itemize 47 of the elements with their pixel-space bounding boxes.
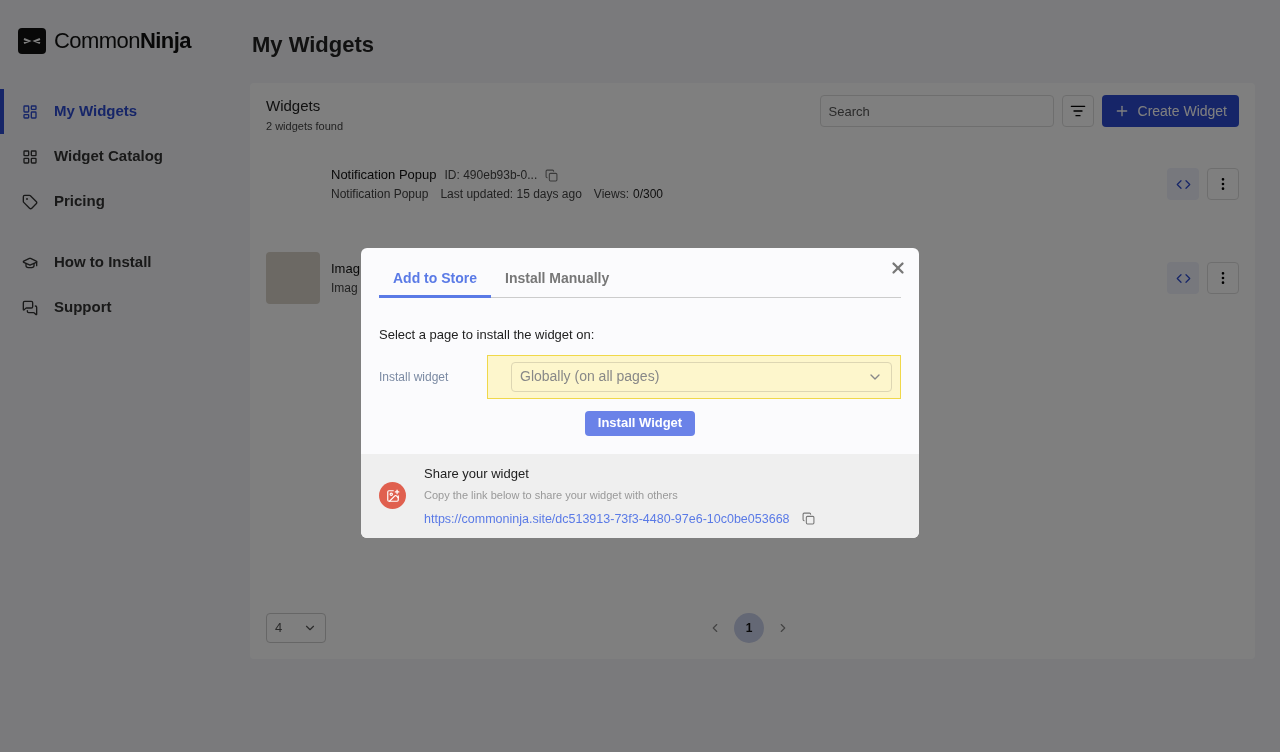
copy-icon[interactable] (545, 168, 559, 182)
embed-button[interactable] (1167, 262, 1199, 294)
sidebar-item[interactable]: Widget Catalog (0, 134, 250, 179)
filter-button[interactable] (1061, 95, 1094, 127)
sidebar-item[interactable]: Pricing (0, 179, 250, 224)
copy-icon[interactable] (801, 512, 815, 526)
sidebar-item[interactable]: How to Install (0, 240, 250, 285)
widgets-count: 2 widgets found (266, 118, 344, 134)
ninja-logo-icon (18, 27, 46, 54)
views-label: Views: (593, 185, 629, 203)
embed-button[interactable] (1167, 168, 1199, 200)
page-button[interactable]: 1 (734, 613, 764, 643)
last-updated: Last updated: 15 days ago (440, 185, 582, 203)
field-label: Install widget (379, 368, 450, 386)
install-widget-button[interactable]: Install Widget (584, 410, 696, 436)
photo-placeholder (266, 252, 320, 304)
brand-logo: CommonNinja (54, 27, 191, 55)
share-link[interactable]: https://commoninja.site/dc513913-73f3-4480-97e6-10c0be053668 (424, 509, 790, 529)
sidebar-item[interactable]: Support (0, 285, 250, 330)
nav-icon (22, 148, 38, 165)
page-title: My Widgets (252, 31, 376, 59)
widget-type: Notification Popup (331, 185, 429, 203)
install-select[interactable]: Globally (on all pages) (487, 354, 901, 399)
widget-id: ID: 490eb93b-0... (444, 167, 538, 184)
share-hint: Copy the link below to share your widget with others (424, 488, 679, 503)
dialog-tab[interactable]: Add to Store (379, 268, 491, 298)
select-value: Globally (on all pages) (520, 367, 660, 386)
share-title: Share your widget (424, 464, 530, 483)
share-image-icon (379, 482, 406, 510)
panel-title: Widgets (266, 96, 322, 116)
filter-icon (1069, 103, 1086, 119)
create-widget-button[interactable]: Create Widget (1101, 95, 1239, 127)
close-icon (889, 259, 907, 277)
install-prompt: Select a page to install the widget on: (379, 326, 596, 344)
widget-title[interactable]: Notification Popup (331, 165, 437, 185)
nav-icon (22, 193, 38, 210)
nav-icon (22, 103, 38, 120)
nav-icon (22, 299, 38, 316)
widget-subtitle: Imag (331, 279, 358, 297)
more-button[interactable] (1207, 168, 1239, 200)
dialog-tab[interactable]: Install Manually (491, 268, 624, 298)
close-button[interactable] (889, 259, 907, 277)
search-field[interactable]: Search (819, 95, 1054, 127)
widget-title[interactable]: Imag (331, 259, 360, 279)
views-count: 0/300 (633, 185, 664, 203)
more-button[interactable] (1207, 262, 1239, 294)
page-size-select[interactable]: 4 (266, 613, 326, 643)
